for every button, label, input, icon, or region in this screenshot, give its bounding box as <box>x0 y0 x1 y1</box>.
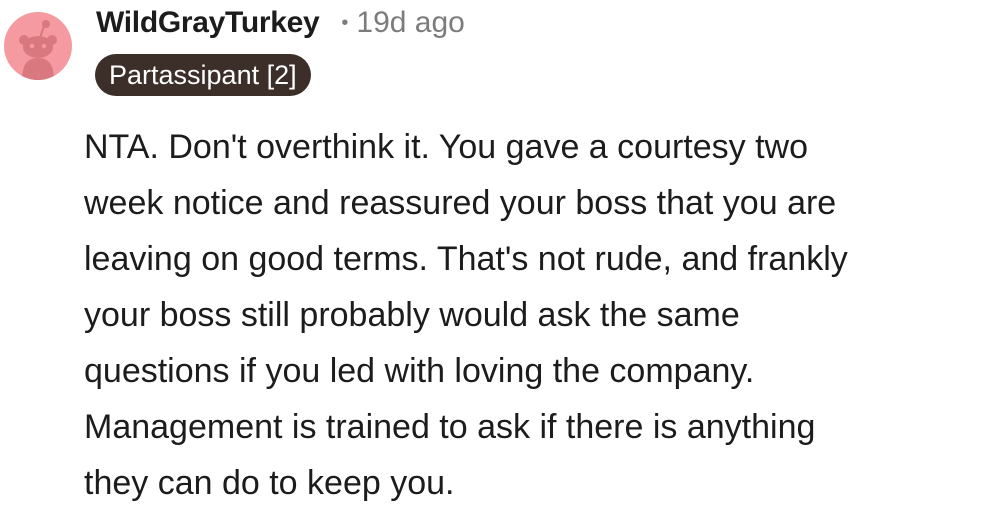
user-avatar[interactable] <box>4 12 72 80</box>
comment-timestamp: 19d ago <box>356 6 465 39</box>
comment-body: NTA. Don't overthink it. You gave a cour… <box>84 119 974 511</box>
snoo-avatar-icon <box>19 20 57 80</box>
comment-body-line: questions if you led with loving the com… <box>84 352 755 390</box>
comment-meta: WildGrayTurkey • 19d ago <box>96 6 465 40</box>
comment-body-line: NTA. Don't overthink it. You gave a cour… <box>84 128 809 166</box>
comment-body-line: leaving on good terms. That's not rude, … <box>84 240 848 278</box>
comment: WildGrayTurkey • 19d ago Partassipant [2… <box>0 0 981 513</box>
comment-body-line: they can do to keep you. <box>84 464 455 502</box>
meta-separator: • <box>341 11 349 34</box>
author-username[interactable]: WildGrayTurkey <box>96 6 320 40</box>
user-flair-badge: Partassipant [2] <box>95 54 311 96</box>
comment-body-line: your boss still probably would ask the s… <box>84 296 740 334</box>
comment-body-line: week notice and reassured your boss that… <box>84 184 837 222</box>
comment-body-line: Management is trained to ask if there is… <box>84 408 816 446</box>
